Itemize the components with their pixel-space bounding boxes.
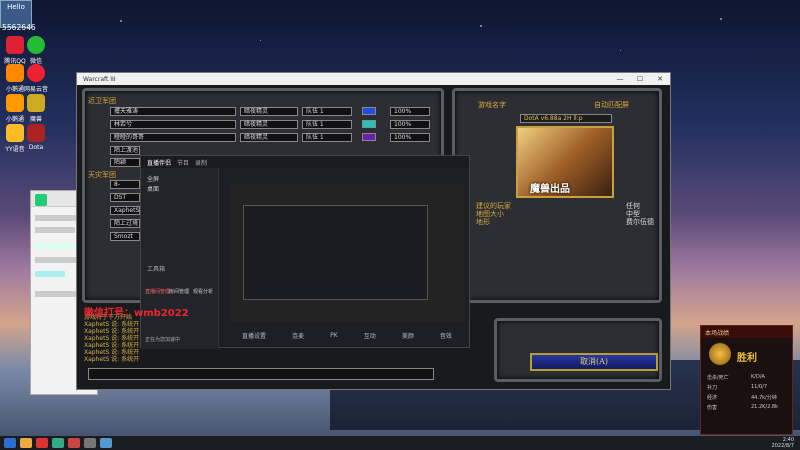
taskbar-app-icon[interactable] — [100, 438, 112, 448]
slot-handicap[interactable]: 100% — [390, 133, 430, 142]
cancel-panel — [494, 318, 662, 382]
window-titlebar: Warcraft III — ☐ ✕ — [77, 73, 670, 85]
window-title: Warcraft III — [83, 75, 116, 83]
nested-preview-window — [243, 205, 428, 300]
slot-team[interactable]: 队伍 1 — [302, 107, 352, 116]
stat-key: 伤害 — [707, 405, 718, 411]
slot-team[interactable]: 队伍 1 — [302, 120, 352, 129]
clock-date: 2022/8/7 — [771, 443, 794, 449]
sentinel-title: 近卫军团 — [88, 97, 116, 105]
taskbar-app-icon[interactable] — [36, 438, 48, 448]
streaming-topbar: 直播伴侣 节目 录制 — [141, 156, 469, 168]
system-clock[interactable]: 2:40 2022/8/7 — [772, 437, 800, 449]
slot-name[interactable]: Smozt — [110, 232, 140, 241]
list-item[interactable] — [35, 227, 75, 233]
cancel-button[interactable]: 取消(A) — [530, 353, 658, 371]
toolbox-label: 工具箱 — [147, 266, 166, 273]
slot-color[interactable] — [362, 107, 376, 115]
slot-name[interactable]: 陌上过境 — [110, 219, 140, 228]
scene-item[interactable]: 全屏 — [147, 174, 159, 183]
tool-sound[interactable]: 音效 — [440, 331, 452, 340]
slot-name[interactable]: 陌颖 — [110, 158, 140, 167]
slot-handicap[interactable]: 100% — [390, 120, 430, 129]
slot-color[interactable] — [362, 133, 376, 141]
slot-name[interactable]: XaphetS — [110, 206, 140, 215]
slot-race[interactable]: 暗夜精灵 — [240, 133, 298, 142]
taskbar-app-icon[interactable] — [68, 438, 80, 448]
slot-name[interactable]: DST — [110, 193, 140, 202]
tool-analysis[interactable]: 观看分析 — [193, 288, 213, 295]
maximize-button[interactable]: ☐ — [630, 75, 650, 83]
desktop-counter: 5562646 — [2, 23, 36, 32]
tab-record[interactable]: 录制 — [195, 158, 207, 167]
log-line: XaphetS 说: 系统开 — [84, 349, 140, 356]
victory-text: 胜利 — [737, 353, 757, 364]
stat-key: 补刀 — [707, 385, 718, 391]
slot-name[interactable]: 瞪瞪的哥哥 — [110, 133, 236, 142]
trophy-icon — [709, 343, 731, 365]
stat-value: 21.2K/2.8k — [751, 404, 778, 410]
map-name: DotA v6.88a 2H ll:p — [520, 114, 612, 123]
taskbar-app-icon[interactable] — [52, 438, 64, 448]
slot-handicap[interactable]: 100% — [390, 107, 430, 116]
slot-color[interactable] — [362, 120, 376, 128]
log-line: XaphetS 说: 系统开 — [84, 356, 140, 363]
map-info-values: 任何 中型 费尔伍德 — [626, 202, 654, 226]
stat-key: 击杀/死亡 — [707, 375, 729, 381]
tab-show[interactable]: 节目 — [177, 158, 189, 167]
stream-watermark: 微信打号：wmb2022 — [84, 308, 189, 319]
log-line: XaphetS 说: 系统开 — [84, 321, 140, 328]
taskbar: 2:40 2022/8/7 — [0, 436, 800, 450]
popup-header: 本场战绩 — [701, 326, 792, 338]
list-item[interactable] — [35, 257, 79, 263]
slot-team[interactable]: 队伍 1 — [302, 133, 352, 142]
slot-name[interactable]: 8- — [110, 180, 140, 189]
list-item[interactable] — [35, 271, 65, 277]
stat-value: K/D/A — [751, 374, 765, 380]
slot-race[interactable]: 暗夜精灵 — [240, 107, 298, 116]
app-logo: 直播伴侣 — [147, 160, 172, 167]
taskbar-app-icon[interactable] — [84, 438, 96, 448]
map-art-text: 魔兽出品 — [530, 184, 570, 195]
victory-popup: 本场战绩 胜利 击杀/死亡 K/D/A 补刀 11/0/7 经济 44.7k/分… — [700, 325, 793, 435]
slot-name[interactable]: 林若兮 — [110, 120, 236, 129]
game-name-label: 游戏名字 — [478, 101, 506, 109]
map-info-labels: 建议的玩家 地图大小 地形 — [476, 202, 511, 226]
auto-match-label: 自动匹配屏 — [594, 101, 629, 109]
desktop-icon-warcraft[interactable]: 魔兽 — [22, 94, 50, 123]
chat-input[interactable] — [88, 368, 434, 380]
tool-room[interactable]: 房间管理 — [169, 288, 189, 295]
avatar — [35, 194, 47, 206]
stat-value: 11/0/7 — [751, 384, 768, 390]
desktop-icon-dota[interactable]: Dota — [22, 124, 50, 151]
taskbar-app-icon[interactable] — [20, 438, 32, 448]
close-button[interactable]: ✕ — [650, 75, 670, 83]
log-line: XaphetS 说: 系统开 — [84, 335, 140, 342]
start-icon[interactable] — [4, 438, 16, 448]
desktop-icon-wechat[interactable]: 微信 — [22, 36, 50, 65]
log-line: XaphetS 说: 系统开 — [84, 328, 140, 335]
slot-race[interactable]: 暗夜精灵 — [240, 120, 298, 129]
slot-name[interactable]: 陌上渡池 — [110, 146, 140, 155]
slot-name[interactable]: 攫天雅涛 — [110, 107, 236, 116]
tool-live-room[interactable]: 直播间管理 — [145, 288, 170, 295]
stat-key: 经济 — [707, 395, 718, 401]
log-line: XaphetS 说: 系统开 — [84, 342, 140, 349]
stat-value: 44.7k/分钟 — [751, 395, 777, 401]
minimize-button[interactable]: — — [610, 75, 630, 83]
scene-item[interactable]: 桌面 — [147, 184, 159, 193]
scourge-title: 天灾军团 — [88, 171, 116, 179]
